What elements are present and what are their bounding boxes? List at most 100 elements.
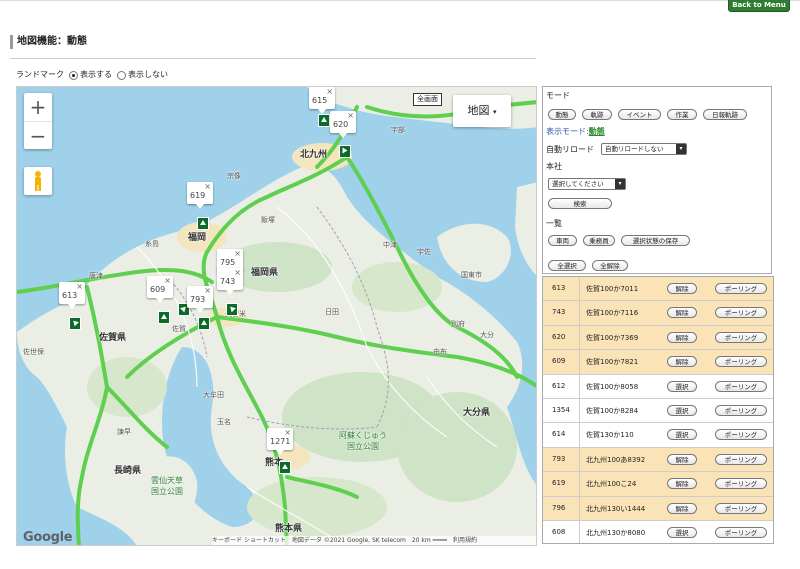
polling-button[interactable]: ポーリング	[715, 380, 767, 392]
save-selection-button[interactable]: 選択状態の保存	[621, 235, 690, 246]
zoom-in-button[interactable]: +	[24, 93, 52, 122]
vehicle-id: 612	[552, 381, 566, 390]
vehicle-id: 614	[552, 430, 566, 439]
map-label-kunisaki: 国東市	[461, 271, 482, 279]
list-button-crew[interactable]: 乗務員	[583, 235, 615, 246]
mode-button-work[interactable]: 作業	[667, 109, 697, 120]
vehicle-callout[interactable]: × 615	[309, 87, 335, 114]
mode-button-dynamic[interactable]: 動態	[548, 109, 576, 120]
map-label-isahaya: 諫早	[117, 428, 131, 436]
mode-button-event[interactable]: イベント	[618, 109, 661, 120]
vehicle-marker-icon[interactable]	[279, 461, 291, 474]
table-row: 619 北九州100こ24 解除 ポーリング	[543, 472, 773, 497]
list-button-vehicle[interactable]: 車両	[548, 235, 577, 246]
polling-button[interactable]: ポーリング	[715, 307, 767, 319]
landmark-show-label[interactable]: 表示する	[80, 69, 112, 81]
office-select[interactable]: 選択してください ▾	[548, 178, 626, 190]
search-button[interactable]: 検索	[548, 198, 612, 209]
control-panel: モード 動態 軌跡 イベント 作業 日報軌跡 表示モード:動態 自動リロード 自…	[542, 86, 772, 274]
close-icon[interactable]: ×	[347, 111, 354, 121]
zoom-out-button[interactable]: −	[24, 122, 52, 150]
vehicle-id: 1354	[552, 405, 570, 414]
display-mode-value[interactable]: 動態	[589, 127, 605, 136]
close-icon[interactable]: ×	[204, 182, 211, 192]
street-view-pegman[interactable]	[24, 167, 52, 195]
select-button[interactable]: 選択	[667, 429, 697, 441]
polling-button[interactable]: ポーリング	[715, 331, 767, 343]
vehicle-id: 613	[552, 284, 566, 292]
polling-button[interactable]: ポーリング	[715, 478, 767, 490]
mode-button-track[interactable]: 軌跡	[582, 109, 612, 120]
deselect-all-button[interactable]: 全解除	[592, 260, 628, 271]
auto-reload-select[interactable]: 自動リロードしない ▾	[601, 143, 687, 155]
vehicle-marker-icon[interactable]	[339, 145, 351, 158]
close-icon[interactable]: ×	[204, 286, 211, 296]
deselect-button[interactable]: 解除	[667, 331, 697, 343]
select-button[interactable]: 選択	[667, 526, 697, 538]
landmark-hide-radio[interactable]	[117, 70, 126, 80]
vehicle-marker-icon[interactable]	[69, 317, 81, 330]
polling-button[interactable]: ポーリング	[715, 356, 767, 368]
landmark-hide-label[interactable]: 表示しない	[128, 69, 168, 81]
fullscreen-button[interactable]: 全画面	[413, 93, 442, 106]
list-label: 一覧	[546, 219, 562, 228]
map-view[interactable]: + − 全画面 地図 ▾ 北九州 福岡 福岡県 佐賀県 佐賀 長崎県 熊本 熊本…	[16, 86, 537, 546]
select-all-button[interactable]: 全選択	[548, 260, 586, 271]
back-to-menu-button[interactable]: Back to Menu	[728, 0, 790, 12]
map-label-nagasaki-pref: 長崎県	[114, 466, 142, 476]
polling-button[interactable]: ポーリング	[715, 404, 767, 416]
vehicle-marker-icon[interactable]	[226, 303, 238, 316]
polling-button[interactable]: ポーリング	[715, 429, 767, 441]
vehicle-list: 613 佐賀100か7011 解除 ポーリング 743 佐賀100か7116 解除 ポーリング…	[542, 276, 774, 544]
deselect-button[interactable]: 解除	[667, 478, 697, 490]
select-button[interactable]: 選択	[667, 404, 697, 416]
deselect-button[interactable]: 解除	[667, 453, 697, 465]
vehicle-callout[interactable]: × 1271	[267, 428, 293, 455]
column-divider	[579, 472, 580, 496]
polling-button[interactable]: ポーリング	[715, 453, 767, 465]
landmark-show-radio[interactable]	[69, 70, 78, 80]
vehicle-marker-icon[interactable]	[198, 317, 210, 330]
mode-button-daily-track[interactable]: 日報軌跡	[703, 109, 747, 120]
vehicle-plate: 佐賀100か7011	[586, 285, 639, 293]
map-type-selector[interactable]: 地図 ▾	[453, 95, 511, 127]
vehicle-marker-icon[interactable]	[197, 217, 209, 230]
select-button[interactable]: 選択	[667, 380, 697, 392]
polling-button[interactable]: ポーリング	[715, 502, 767, 514]
vehicle-callout[interactable]: × 793	[187, 286, 213, 313]
vehicle-marker-icon[interactable]	[158, 311, 170, 324]
map-label-beppu: 別府	[451, 320, 465, 328]
close-icon[interactable]: ×	[326, 87, 333, 97]
column-divider	[579, 374, 580, 398]
deselect-button[interactable]: 解除	[667, 307, 697, 319]
vehicle-callout[interactable]: × 619	[187, 182, 213, 209]
map-attribution[interactable]: キーボード ショートカット 地図データ ©2021 Google, SK tel…	[212, 536, 536, 545]
close-icon[interactable]: ×	[164, 276, 171, 286]
close-icon[interactable]: ×	[76, 282, 83, 292]
deselect-button[interactable]: 解除	[667, 502, 697, 514]
map-label-nakatsu: 中津	[383, 241, 397, 249]
deselect-button[interactable]: 解除	[667, 283, 697, 294]
map-label-itoshima: 糸島	[145, 240, 159, 248]
title-divider	[10, 58, 536, 59]
vehicle-callout[interactable]: × 613	[59, 282, 85, 309]
map-label-ube: 宇部	[391, 126, 405, 134]
map-label-munakata: 宗像	[227, 172, 241, 180]
vehicle-callout[interactable]: × 743	[217, 268, 243, 295]
vehicle-marker-icon[interactable]	[318, 114, 330, 127]
vehicle-id: 619	[552, 479, 566, 488]
vehicle-plate: 北九州100こ24	[586, 480, 637, 489]
vehicle-plate: 佐賀100か7821	[586, 358, 639, 367]
deselect-button[interactable]: 解除	[667, 356, 697, 368]
vehicle-callout[interactable]: × 620	[330, 111, 356, 138]
map-base-layer	[17, 87, 536, 545]
display-mode: 表示モード:動態	[546, 126, 605, 137]
polling-button[interactable]: ポーリング	[715, 526, 767, 538]
vehicle-callout[interactable]: × 609	[147, 276, 173, 303]
map-label-kitakyushu: 北九州	[300, 150, 328, 160]
close-icon[interactable]: ×	[234, 268, 241, 278]
close-icon[interactable]: ×	[234, 249, 241, 259]
display-mode-label: 表示モード:	[546, 127, 589, 136]
landmark-label: ランドマーク	[16, 70, 64, 79]
polling-button[interactable]: ポーリング	[715, 283, 767, 294]
